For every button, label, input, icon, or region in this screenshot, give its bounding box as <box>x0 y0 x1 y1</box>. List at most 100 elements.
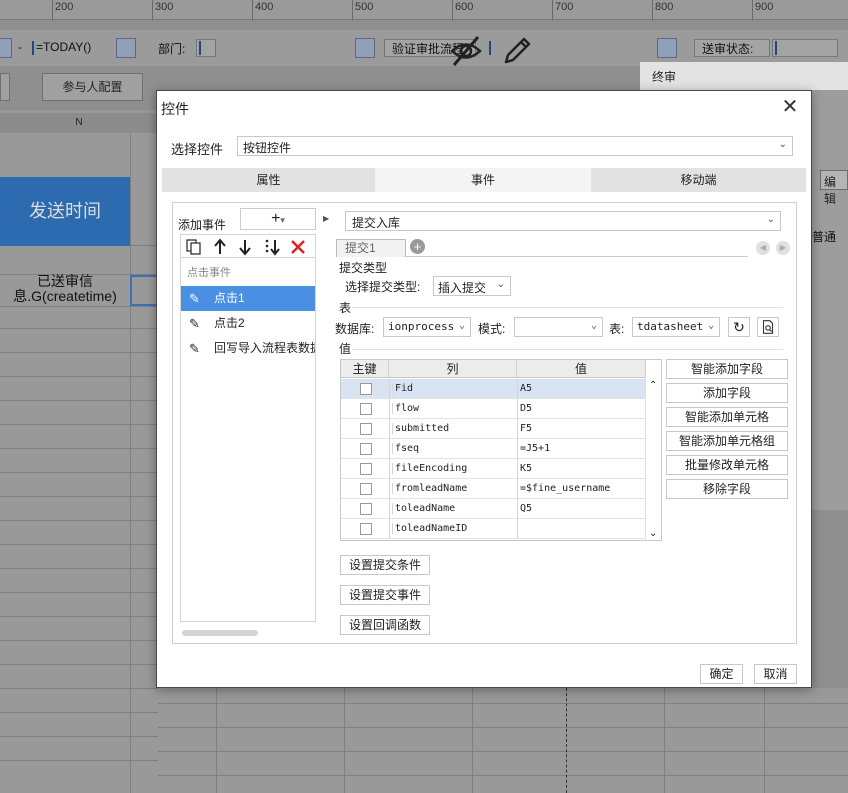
pencil-icon[interactable] <box>500 34 534 68</box>
add-event-button[interactable]: +▾ <box>240 208 316 230</box>
table-row[interactable]: Fid A5 <box>341 379 646 399</box>
table-value: tdatasheet <box>637 320 704 333</box>
remove-field-button[interactable]: 移除字段 <box>666 479 788 499</box>
primary-key-checkbox[interactable] <box>360 403 372 415</box>
column-cell[interactable]: fseq <box>392 443 419 454</box>
column-cell[interactable]: fromleadName <box>392 483 467 494</box>
table-dropdown[interactable]: tdatasheet ⌄ <box>632 317 720 337</box>
ruler-tick: 700 <box>552 0 573 20</box>
expression-cell[interactable]: 已送审信息.G(createtime) <box>0 274 130 306</box>
column-header-n[interactable]: N <box>0 113 158 133</box>
dropdown-button[interactable] <box>355 38 375 58</box>
tab-mobile[interactable]: 移动端 <box>591 168 806 192</box>
send-status-label: 送审状态: <box>702 42 754 56</box>
send-status-input[interactable] <box>772 39 838 57</box>
smart-add-cell-group-button[interactable]: 智能添加单元格组 <box>666 431 788 451</box>
value-cell[interactable]: D5 <box>518 403 532 414</box>
calendar-icon[interactable] <box>116 38 136 58</box>
cancel-button[interactable]: 取消 <box>754 664 797 684</box>
table-row[interactable]: submitted F5 <box>341 419 646 439</box>
chevron-down-icon: ⌄ <box>458 320 465 331</box>
column-cell[interactable]: toleadNameID <box>392 523 467 534</box>
primary-key-checkbox[interactable] <box>360 463 372 475</box>
next-tab-icon[interactable]: ▶ <box>776 241 790 255</box>
arrow-up-icon[interactable] <box>211 238 229 256</box>
set-callback-button[interactable]: 设置回调函数 <box>340 615 431 635</box>
primary-key-checkbox[interactable] <box>360 523 372 535</box>
normal-text: 普通 <box>812 230 837 244</box>
eye-slash-icon[interactable] <box>448 34 484 68</box>
delete-icon[interactable] <box>289 238 307 256</box>
tab-properties[interactable]: 属性 <box>162 168 375 192</box>
prev-tab-icon[interactable]: ◀ <box>756 241 770 255</box>
set-submit-condition-button[interactable]: 设置提交条件 <box>340 555 431 575</box>
primary-key-checkbox[interactable] <box>360 483 372 495</box>
preview-icon[interactable] <box>757 317 779 337</box>
scrollbar-thumb[interactable] <box>182 630 258 636</box>
insert-submit-dropdown[interactable]: 插入提交 ⌄ <box>433 276 511 296</box>
vertical-scrollbar[interactable]: ⌃ ⌄ <box>645 378 661 540</box>
dropdown-button[interactable] <box>657 38 677 58</box>
column-cell[interactable]: submitted <box>392 423 449 434</box>
ok-button[interactable]: 确定 <box>700 664 743 684</box>
batch-edit-cell-button[interactable]: 批量修改单元格 <box>666 455 788 475</box>
chevron-down-icon: ⌄ <box>590 320 597 331</box>
value-cell[interactable]: A5 <box>518 383 532 394</box>
primary-key-checkbox[interactable] <box>360 443 372 455</box>
submit-type-dropdown[interactable]: 提交入库 ⌄ <box>345 211 781 231</box>
horizontal-scrollbar[interactable] <box>180 628 316 638</box>
subtab-submit1[interactable]: 提交1 <box>336 239 406 257</box>
move-to-bottom-icon[interactable] <box>263 238 281 256</box>
table-row[interactable]: fseq =J5+1 <box>341 439 646 459</box>
value-cell[interactable]: F5 <box>518 423 532 434</box>
refresh-icon[interactable]: ↻ <box>728 317 750 337</box>
table-row[interactable]: toleadNameID <box>341 519 646 539</box>
schema-dropdown[interactable]: ⌄ <box>514 317 603 337</box>
copy-icon[interactable] <box>185 238 203 256</box>
calendar-icon[interactable] <box>0 38 12 58</box>
table-row[interactable]: fileEncoding K5 <box>341 459 646 479</box>
today-formula[interactable]: =TODAY() <box>36 40 91 54</box>
participants-config-button[interactable]: 参与人配置 <box>42 73 143 101</box>
send-time-header-cell[interactable]: 发送时间 <box>0 177 130 246</box>
toolbar-button[interactable] <box>0 73 10 101</box>
arrow-down-icon[interactable] <box>236 238 254 256</box>
primary-key-checkbox[interactable] <box>360 503 372 515</box>
primary-key-checkbox[interactable] <box>360 423 372 435</box>
events-panel: 添加事件 +▾ ▶ 点击事件 ✎ 点击1 ✎ 点击2 ✎ 回写导入流程表数据 提… <box>172 202 797 644</box>
event-item-click1[interactable]: ✎ 点击1 <box>181 286 315 311</box>
scroll-up-icon[interactable]: ⌃ <box>649 380 657 391</box>
column-cell[interactable]: Fid <box>392 383 413 394</box>
column-cell[interactable]: toleadName <box>392 503 455 514</box>
pencil-icon: ✎ <box>189 341 200 356</box>
set-submit-event-button[interactable]: 设置提交事件 <box>340 585 431 605</box>
event-item-writeback[interactable]: ✎ 回写导入流程表数据 <box>181 336 315 361</box>
section-value: 值 <box>339 342 352 356</box>
table-row[interactable]: fromleadName =$fine_username <box>341 479 646 499</box>
tab-events[interactable]: 事件 <box>375 168 591 192</box>
value-cell[interactable]: K5 <box>518 463 532 474</box>
dropdown-option-final-review[interactable]: 终审 <box>640 62 848 90</box>
scroll-down-icon[interactable]: ⌄ <box>649 528 657 539</box>
column-cell[interactable]: fileEncoding <box>392 463 467 474</box>
event-item-click2[interactable]: ✎ 点击2 <box>181 311 315 336</box>
database-dropdown[interactable]: ionprocess ⌄ <box>383 317 471 337</box>
event-item-label: 回写导入流程表数据 <box>214 341 315 355</box>
value-cell[interactable]: =J5+1 <box>518 443 550 454</box>
primary-key-checkbox[interactable] <box>360 383 372 395</box>
add-field-button[interactable]: 添加字段 <box>666 383 788 403</box>
collapse-arrow-icon[interactable]: ▶ <box>323 214 329 223</box>
table-row[interactable]: flow D5 <box>341 399 646 419</box>
table-row[interactable]: toleadName Q5 <box>341 499 646 519</box>
column-cell[interactable]: flow <box>392 403 419 414</box>
value-cell[interactable]: =$fine_username <box>518 483 610 494</box>
value-cell[interactable]: Q5 <box>518 503 532 514</box>
smart-add-cell-button[interactable]: 智能添加单元格 <box>666 407 788 427</box>
add-tab-icon[interactable]: + <box>410 239 425 254</box>
close-icon[interactable]: ✕ <box>779 97 801 119</box>
select-control-dropdown[interactable]: 按钮控件 ⌄ <box>237 136 793 156</box>
text-caret <box>775 41 777 55</box>
submit-subtabs: 提交1 + <box>336 237 748 257</box>
smart-add-field-button[interactable]: 智能添加字段 <box>666 359 788 379</box>
edit-button[interactable]: 编辑 <box>820 170 848 206</box>
